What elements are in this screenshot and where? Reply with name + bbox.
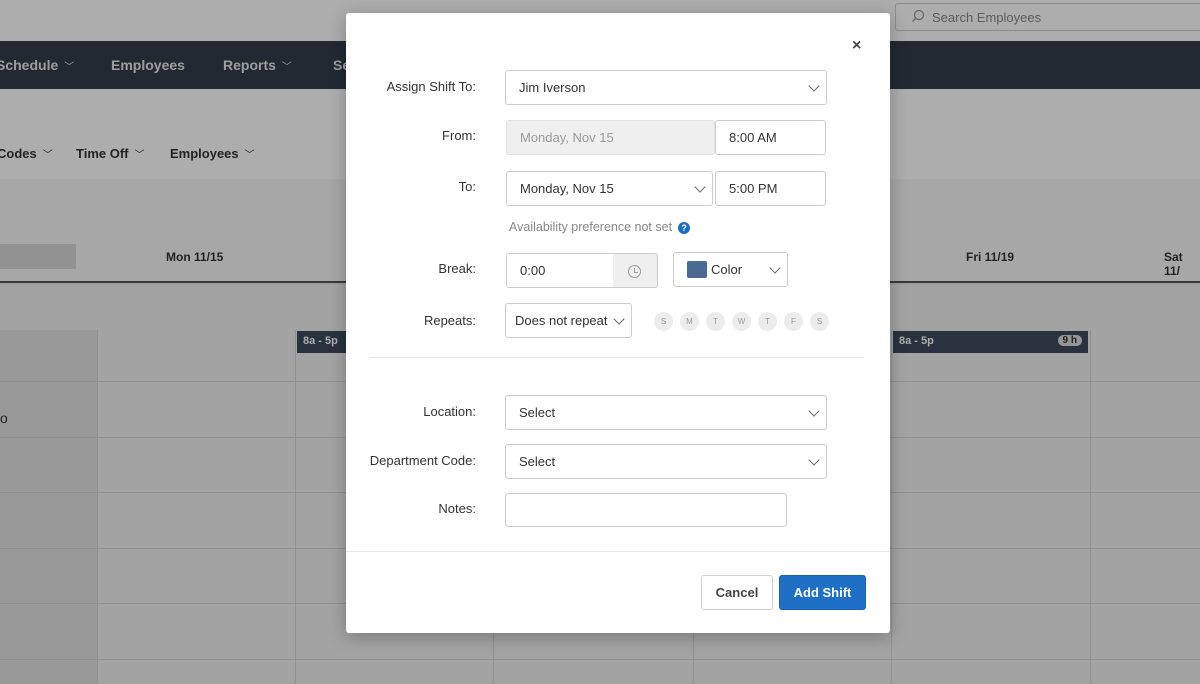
shift-color-select[interactable]: Color	[673, 252, 788, 287]
weekday-sun[interactable]: S	[654, 312, 673, 331]
from-date-value: Monday, Nov 15	[520, 130, 614, 145]
chevron-down-icon	[769, 261, 781, 274]
availability-note-text: Availability preference not set	[509, 220, 673, 234]
weekday-tue[interactable]: T	[706, 312, 725, 331]
weekday-mon[interactable]: M	[680, 312, 699, 331]
from-date-field: Monday, Nov 15	[506, 120, 715, 155]
break-duration-value: 0:00	[520, 263, 546, 278]
location-label: Location:	[423, 404, 476, 419]
break-label: Break:	[438, 261, 476, 276]
notes-label: Notes:	[438, 501, 476, 516]
add-shift-dialog: × Assign Shift To: Jim Iverson From: Mon…	[346, 13, 890, 633]
department-code-select[interactable]: Select	[505, 444, 827, 479]
assign-employee-select[interactable]: Jim Iverson	[505, 70, 827, 105]
footer-divider	[346, 551, 890, 552]
to-time-value: 5:00 PM	[729, 181, 778, 196]
availability-note: Availability preference not set?	[509, 220, 691, 234]
close-icon[interactable]: ×	[852, 37, 861, 55]
color-label: Color	[711, 262, 743, 277]
add-shift-button[interactable]: Add Shift	[779, 575, 866, 610]
notes-input[interactable]	[505, 493, 787, 527]
from-time-value: 8:00 AM	[729, 130, 777, 145]
repeats-value: Does not repeat	[515, 313, 608, 328]
repeat-weekday-picker: S M T W T F S	[654, 312, 836, 331]
break-duration-input[interactable]: 0:00	[506, 253, 614, 288]
chevron-down-icon	[808, 79, 820, 92]
location-select[interactable]: Select	[505, 395, 827, 430]
repeats-select[interactable]: Does not repeat	[505, 303, 632, 338]
to-date-select[interactable]: Monday, Nov 15	[506, 171, 713, 206]
department-code-value: Select	[519, 454, 556, 469]
to-time-field[interactable]: 5:00 PM	[715, 171, 826, 206]
from-time-field[interactable]: 8:00 AM	[715, 120, 826, 155]
chevron-down-icon	[808, 453, 820, 466]
to-label: To:	[458, 179, 476, 194]
weekday-sat[interactable]: S	[810, 312, 829, 331]
chevron-down-icon	[694, 180, 706, 193]
from-label: From:	[442, 128, 476, 143]
chevron-down-icon	[613, 312, 625, 325]
assign-employee-value: Jim Iverson	[519, 80, 586, 95]
color-swatch	[687, 261, 707, 278]
to-date-value: Monday, Nov 15	[520, 181, 614, 196]
chevron-down-icon	[808, 404, 820, 417]
weekday-thu[interactable]: T	[758, 312, 777, 331]
department-code-label: Department Code:	[369, 453, 476, 468]
clock-icon	[628, 265, 641, 278]
assign-shift-label: Assign Shift To:	[386, 79, 476, 94]
cancel-button[interactable]: Cancel	[701, 575, 773, 610]
weekday-wed[interactable]: W	[732, 312, 751, 331]
help-icon[interactable]: ?	[678, 222, 691, 234]
section-divider	[369, 357, 864, 358]
weekday-fri[interactable]: F	[784, 312, 803, 331]
break-clock-button[interactable]	[613, 253, 658, 288]
location-value: Select	[519, 405, 556, 420]
repeats-label: Repeats:	[423, 313, 476, 328]
